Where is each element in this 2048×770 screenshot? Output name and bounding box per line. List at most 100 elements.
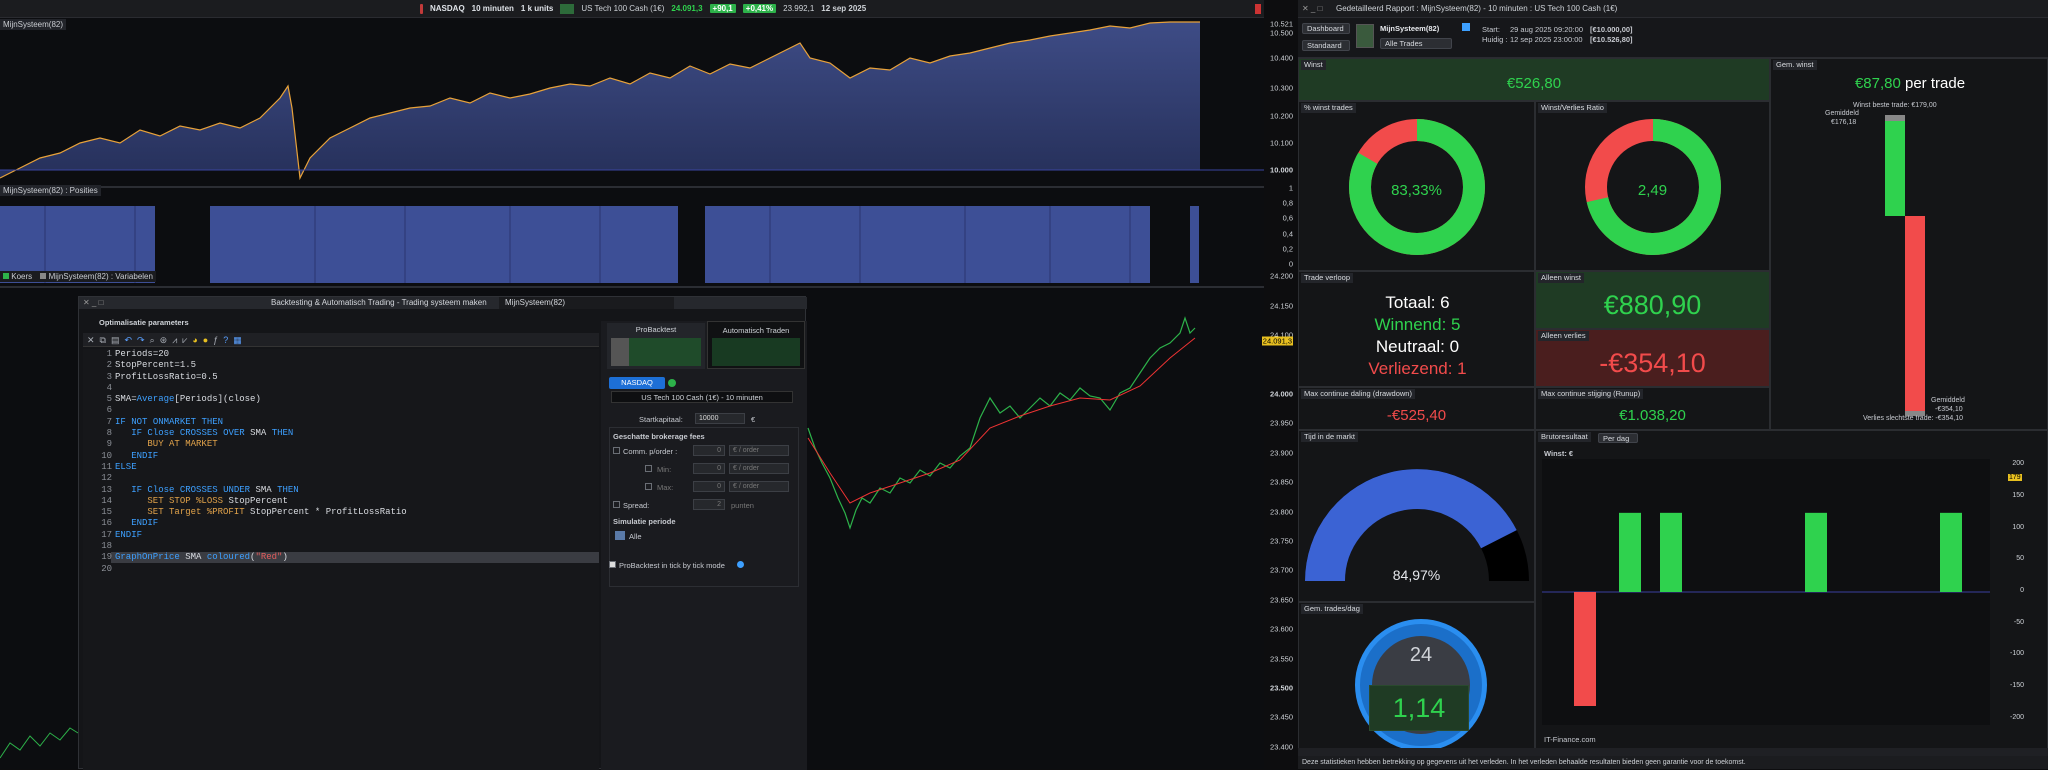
equity-curve — [0, 21, 1264, 181]
redo-icon[interactable]: ↷ — [137, 335, 150, 345]
calendar-icon[interactable] — [615, 531, 625, 540]
help-icon[interactable]: ? — [223, 335, 233, 345]
units-selector[interactable]: 1 k units — [521, 4, 553, 13]
candle-icon[interactable] — [420, 3, 423, 14]
tick-mode-checkbox[interactable] — [609, 561, 616, 568]
start-label: Start: — [1482, 25, 1500, 34]
code-line[interactable]: 10 ENDIF — [83, 451, 407, 462]
line-number: 4 — [106, 382, 112, 393]
max-checkbox[interactable] — [645, 483, 652, 490]
probacktest-tab[interactable]: ProBacktest — [607, 323, 705, 369]
replace-icon[interactable]: ⊛ — [160, 335, 173, 345]
opt-params-label[interactable]: Optimalisatie parameters — [79, 317, 599, 329]
equity-label[interactable]: MijnSysteem(82) — [0, 19, 67, 30]
spread-input[interactable]: 2 — [693, 499, 725, 510]
totaal-value: Totaal: 6 — [1385, 293, 1450, 312]
function-icon[interactable]: ƒ — [213, 335, 223, 345]
gem-title[interactable]: Gem. winst — [1773, 60, 1817, 70]
copy-icon[interactable]: ⧉ — [100, 335, 111, 345]
report-titlebar[interactable]: ✕ _ □ Gedetailleerd Rapport : MijnSystee… — [1298, 0, 2048, 18]
color-icon[interactable]: ◕ — [192, 335, 202, 345]
code-line[interactable]: 6 — [83, 405, 407, 416]
positions-label[interactable]: MijnSysteem(82) : Posities — [0, 185, 101, 196]
indicator-icon[interactable]: ⩘ — [172, 335, 182, 345]
verloop-title[interactable]: Trade verloop — [1301, 273, 1353, 283]
min-unit-dropdown[interactable]: € / order — [729, 463, 789, 474]
axis-tick: 23.850 — [1270, 477, 1293, 487]
code-lines[interactable]: 1 Periods=20 2 StopPercent=1.5 3 ProfitLossRa… — [83, 349, 407, 575]
trades-dropdown[interactable]: Alle Trades — [1380, 38, 1452, 49]
code-line[interactable]: 15 SET Target %PROFIT StopPercent * Prof… — [83, 507, 407, 518]
auto-trade-tab[interactable]: Automatisch Traden — [707, 321, 805, 369]
code-line[interactable]: 4 — [83, 383, 407, 394]
code-line[interactable]: 1 Periods=20 — [83, 349, 407, 360]
max-unit-dropdown[interactable]: € / order — [729, 481, 789, 492]
standard-dropdown[interactable]: Standaard — [1302, 40, 1350, 51]
window-controls-icon[interactable]: ✕ _ □ — [1302, 0, 1322, 18]
search-icon[interactable]: ⌕ — [150, 335, 160, 345]
axis-tick: 23.800 — [1270, 507, 1293, 517]
min-input[interactable]: 0 — [693, 463, 725, 474]
info-icon[interactable] — [737, 561, 744, 568]
worst-trade-label: Verlies slechtste trade: -€354,10 — [1863, 415, 1964, 422]
tick-mode-label: ProBacktest in tick by tick mode — [619, 561, 725, 570]
code-line[interactable]: 19 GraphOnPrice SMA coloured("Red") — [83, 552, 407, 563]
axis-tick: 200 — [2012, 460, 2024, 468]
close-icon[interactable]: ✕ — [87, 335, 100, 345]
code-line[interactable]: 17 ENDIF — [83, 530, 407, 541]
idea-icon[interactable]: ● — [203, 335, 213, 345]
code-line[interactable]: 20 — [83, 564, 407, 575]
axis-tick: -150 — [2009, 682, 2024, 689]
instrument-selector[interactable]: NASDAQ — [430, 4, 465, 13]
code-line[interactable]: 2 StopPercent=1.5 — [83, 360, 407, 371]
min-checkbox[interactable] — [645, 465, 652, 472]
code-line[interactable]: 7 IF NOT ONMARKET THEN — [83, 417, 407, 428]
bruto-title[interactable]: Brutoresultaat — [1538, 432, 1591, 442]
product-dropdown[interactable]: US Tech 100 Cash (1€) - 10 minuten — [611, 391, 793, 403]
grid-icon[interactable]: ▦ — [233, 335, 247, 345]
chart-type-icon[interactable] — [560, 3, 575, 14]
koers-label[interactable]: Koers — [11, 272, 32, 281]
winst-title[interactable]: Winst — [1301, 60, 1326, 70]
comm-checkbox[interactable] — [613, 447, 620, 454]
code-area[interactable]: 1 Periods=20 2 StopPercent=1.5 3 ProfitLossRa… — [83, 349, 599, 770]
top-toolbar: NASDAQ 10 minuten 1 k units US Tech 100 … — [0, 0, 1264, 18]
code-line[interactable]: 12 — [83, 473, 407, 484]
max-input[interactable]: 0 — [693, 481, 725, 492]
code-line[interactable]: 18 — [83, 541, 407, 552]
alleen-verlies-title[interactable]: Alleen verlies — [1538, 331, 1589, 341]
spread-checkbox[interactable] — [613, 501, 620, 508]
edit-icon[interactable] — [1462, 23, 1470, 31]
startkapitaal-input[interactable]: 10000 — [695, 413, 745, 424]
code-line[interactable]: 5 SMA=Average[Periods](close) — [83, 394, 407, 405]
window-controls-icon[interactable]: ✕ _ □ — [83, 297, 103, 309]
code-line[interactable]: 8 IF Close CROSSES OVER SMA THEN — [83, 428, 407, 439]
undo-icon[interactable]: ↶ — [125, 335, 138, 345]
code-line[interactable]: 9 BUY AT MARKET — [83, 439, 407, 450]
timeframe-selector[interactable]: 10 minuten — [472, 4, 514, 13]
comm-input[interactable]: 0 — [693, 445, 725, 456]
system-tab[interactable]: MijnSysteem(82) — [499, 297, 674, 309]
code-line[interactable]: 16 ENDIF — [83, 518, 407, 529]
close-icon[interactable] — [1255, 4, 1261, 14]
ru-title[interactable]: Max continue stijging (Runup) — [1538, 389, 1644, 399]
add-indicator-icon[interactable]: ⩗ — [182, 335, 192, 345]
paste-icon[interactable]: ▤ — [111, 335, 125, 345]
dashboard-dropdown[interactable]: Dashboard — [1302, 23, 1350, 34]
per-dag-dropdown[interactable]: Per dag — [1598, 433, 1638, 443]
code-line[interactable]: 11 ELSE — [83, 462, 407, 473]
horizontal-scrollbar[interactable] — [1298, 748, 2048, 756]
dd-title[interactable]: Max continue daling (drawdown) — [1301, 389, 1415, 399]
market-button[interactable]: NASDAQ — [609, 377, 665, 389]
code-line[interactable]: 3 ProfitLossRatio=0.5 — [83, 372, 407, 383]
comm-unit-dropdown[interactable]: € / order — [729, 445, 789, 456]
code-line[interactable]: 13 IF Close CROSSES UNDER SMA THEN — [83, 485, 407, 496]
sim-value[interactable]: Alle — [629, 532, 642, 541]
trades-dag-title[interactable]: Gem. trades/dag — [1301, 604, 1363, 614]
variables-label[interactable]: MijnSysteem(82) : Variabelen — [49, 272, 153, 281]
alleen-winst-title[interactable]: Alleen winst — [1538, 273, 1585, 283]
ratio-value: 2,49 — [1637, 182, 1668, 199]
add-icon[interactable] — [668, 379, 676, 387]
window-titlebar[interactable]: ✕ _ □ Backtesting & Automatisch Trading … — [79, 297, 807, 309]
code-line[interactable]: 14 SET STOP %LOSS StopPercent — [83, 496, 407, 507]
